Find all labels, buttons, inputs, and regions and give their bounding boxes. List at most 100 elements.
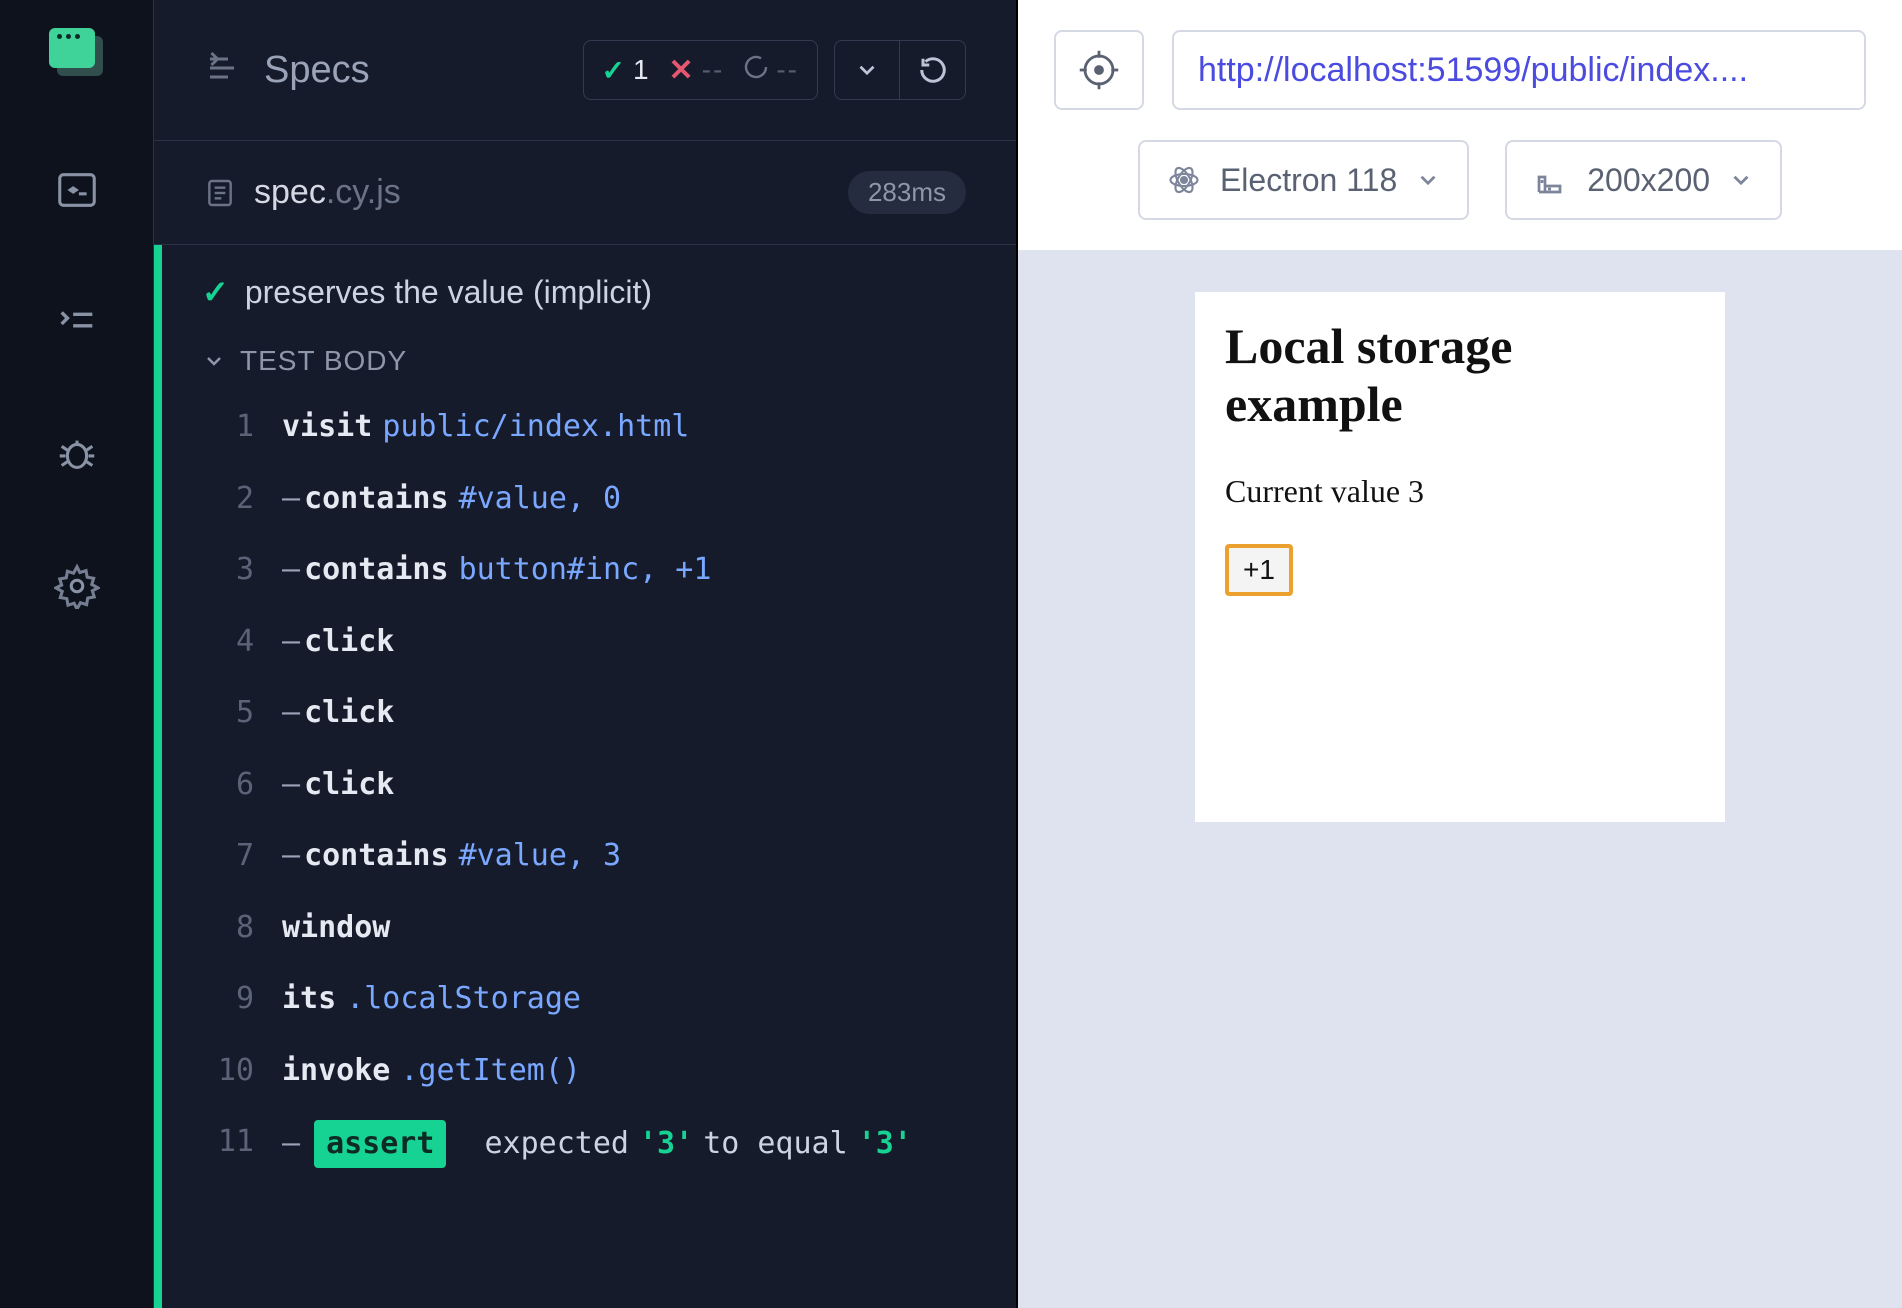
command-row[interactable]: 1 visitpublic/index.html (162, 391, 1016, 463)
aut-info-row: Electron 118 200x200 (1018, 128, 1902, 250)
viewport-label: 200x200 (1587, 162, 1710, 199)
child-dash: – (282, 838, 300, 873)
command-log-header: Specs ✓ 1 ✕ -- -- (154, 0, 1016, 141)
command-row-assert[interactable]: 11 –assert expected '3' to equal '3' (162, 1106, 1016, 1182)
assert-literal: '3' (858, 1122, 912, 1166)
line-number: 4 (198, 620, 254, 664)
child-dash: – (282, 552, 300, 587)
test-title: preserves the value (implicit) (245, 274, 652, 311)
command-row[interactable]: 10 invoke.getItem() (162, 1035, 1016, 1107)
line-number: 6 (198, 763, 254, 807)
chevron-down-icon (1728, 167, 1754, 193)
pending-stat: -- (744, 54, 799, 86)
command-name: click (304, 767, 394, 802)
specs-nav-icon[interactable] (51, 164, 103, 216)
aut-topbar: http://localhost:51599/public/index.... (1018, 0, 1902, 128)
command-row[interactable]: 2–contains #value, 0 (162, 463, 1016, 535)
command-args: #value, 0 (459, 477, 622, 521)
assert-word: to equal (703, 1122, 848, 1166)
command-row[interactable]: 3–contains button#inc, +1 (162, 534, 1016, 606)
command-name: click (304, 624, 394, 659)
command-args: public/index.html (382, 405, 689, 449)
specs-title: Specs (264, 49, 370, 92)
test-title-row[interactable]: ✓ preserves the value (implicit) (162, 245, 1016, 331)
current-value-line: Current value 3 (1225, 473, 1695, 510)
child-dash: – (282, 767, 300, 802)
spec-file-row[interactable]: spec.cy.js 283ms (154, 141, 1016, 245)
aut-panel: http://localhost:51599/public/index.... … (1018, 0, 1902, 1308)
command-row[interactable]: 9its.localStorage (162, 963, 1016, 1035)
failed-count: -- (702, 54, 725, 86)
test-body-header[interactable]: TEST BODY (162, 331, 1016, 391)
rerun-button[interactable] (900, 40, 966, 100)
command-name: its (282, 977, 336, 1021)
browser-chip[interactable]: Electron 118 (1138, 140, 1469, 220)
command-name: contains (304, 552, 449, 587)
command-name: contains (304, 481, 449, 516)
viewport-wrapper: Local storage example Current value 3 +1 (1018, 250, 1902, 1308)
specs-header-icon (204, 50, 240, 91)
app-root: Specs ✓ 1 ✕ -- -- (0, 0, 1902, 1308)
settings-nav-icon[interactable] (51, 560, 103, 612)
test-stats: ✓ 1 ✕ -- -- (583, 40, 819, 100)
command-name: window (282, 906, 390, 950)
line-number: 11 (198, 1120, 254, 1168)
command-name: click (304, 695, 394, 730)
electron-icon (1166, 162, 1202, 198)
child-dash: – (282, 481, 300, 516)
check-icon: ✓ (202, 273, 229, 311)
cypress-logo (49, 28, 105, 84)
command-row[interactable]: 8 window (162, 892, 1016, 964)
spec-duration: 283ms (848, 171, 966, 214)
command-name: invoke (282, 1049, 390, 1093)
command-args: .localStorage (346, 977, 581, 1021)
url-bar[interactable]: http://localhost:51599/public/index.... (1172, 30, 1866, 110)
line-number: 5 (198, 691, 254, 735)
aut-iframe: Local storage example Current value 3 +1 (1195, 292, 1725, 822)
line-number: 8 (198, 906, 254, 950)
check-icon: ✓ (602, 54, 625, 87)
command-list: 1visitpublic/index.html2–contains#value,… (162, 391, 1016, 1106)
page-heading: Local storage example (1225, 318, 1695, 433)
command-log-panel: Specs ✓ 1 ✕ -- -- (154, 0, 1018, 1308)
child-dash: – (282, 695, 300, 730)
selector-playground-button[interactable] (1054, 30, 1144, 110)
assert-word: expected (485, 1122, 630, 1166)
child-dash: – (282, 624, 300, 659)
command-name: visit (282, 405, 372, 449)
command-row[interactable]: 7–contains#value, 3 (162, 820, 1016, 892)
url-text: http://localhost:51599/public/index.... (1198, 51, 1748, 90)
line-number: 10 (198, 1049, 254, 1093)
nav-rail (0, 0, 154, 1308)
command-row[interactable]: 5–click (162, 677, 1016, 749)
test-body-label: TEST BODY (240, 345, 407, 377)
pending-count: -- (776, 54, 799, 86)
line-number: 1 (198, 405, 254, 449)
command-args: button#inc, +1 (459, 548, 712, 592)
failed-stat: ✕ -- (669, 53, 725, 88)
child-dash: – (282, 1122, 300, 1166)
viewport-chip[interactable]: 200x200 (1505, 140, 1782, 220)
debug-nav-icon[interactable] (51, 428, 103, 480)
pending-icon (744, 54, 768, 86)
command-row[interactable]: 6–click (162, 749, 1016, 821)
runs-nav-icon[interactable] (51, 296, 103, 348)
current-value: 3 (1408, 473, 1424, 509)
command-row[interactable]: 4–click (162, 606, 1016, 678)
chevron-down-icon (202, 349, 226, 373)
spec-file-ext: .cy.js (326, 173, 401, 212)
file-icon (204, 177, 236, 209)
command-args: .getItem() (400, 1049, 581, 1093)
browser-label: Electron 118 (1220, 162, 1397, 199)
ruler-icon (1533, 162, 1569, 198)
log-body: ✓ preserves the value (implicit) TEST BO… (154, 245, 1016, 1308)
line-number: 3 (198, 548, 254, 592)
passed-stat: ✓ 1 (602, 54, 649, 87)
spec-filename: spec (254, 173, 326, 212)
chevron-down-icon (1415, 167, 1441, 193)
line-number: 2 (198, 477, 254, 521)
command-name: contains (304, 838, 449, 873)
passed-count: 1 (633, 54, 649, 86)
chevron-down-button[interactable] (834, 40, 900, 100)
increment-button[interactable]: +1 (1225, 544, 1293, 596)
